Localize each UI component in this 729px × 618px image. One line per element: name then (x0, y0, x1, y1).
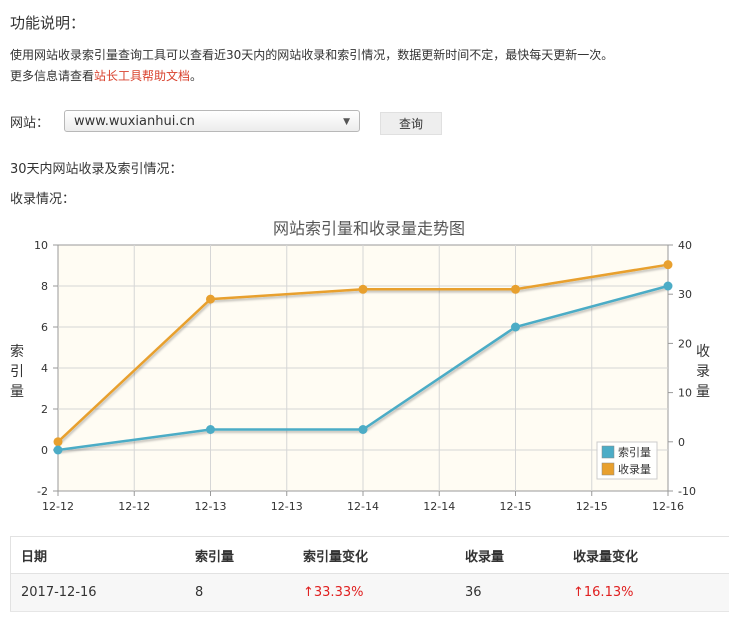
left-axis: -2 0 2 4 6 8 10 (34, 239, 58, 498)
help-doc-link[interactable]: 站长工具帮助文档 (94, 69, 190, 83)
x-tick-label: 12-13 (271, 500, 303, 513)
legend-label: 收录量 (618, 462, 651, 476)
y-tick-label: 6 (41, 321, 48, 334)
cell-date: 2017-12-16 (10, 573, 185, 612)
description: 使用网站收录索引量查询工具可以查看近30天内的网站收录和索引情况，数据更新时间不… (10, 45, 613, 87)
data-point-included (663, 260, 673, 270)
legend-swatch (601, 462, 615, 476)
table-header-row: 日期 索引量 索引量变化 收录量 收录量变化 (10, 536, 729, 574)
x-tick-label: 12-12 (118, 500, 150, 513)
x-axis: 12-12 12-12 12-13 12-13 12-14 12-14 12-15 12-15… (42, 491, 684, 513)
x-tick-label: 12-12 (42, 500, 74, 513)
header-date: 日期 (10, 536, 185, 574)
x-tick-label: 12-16 (652, 500, 684, 513)
data-point-index (663, 281, 673, 291)
x-tick-label: 12-13 (195, 500, 227, 513)
data-point-included (511, 284, 520, 294)
chart-title: 网站索引量和收录量走势图 (273, 219, 465, 238)
data-point-index (358, 425, 368, 434)
description-line-1: 使用网站收录索引量查询工具可以查看近30天内的网站收录和索引情况，数据更新时间不… (10, 48, 614, 62)
header-included: 收录量 (455, 536, 563, 574)
y2-tick-label: 0 (678, 436, 685, 449)
y-tick-label: 8 (41, 280, 48, 293)
y2-tick-label: 30 (678, 288, 692, 301)
x-tick-label: 12-15 (500, 500, 532, 513)
y2-tick-label: -10 (678, 485, 696, 498)
y-axis-label-char: 引 (10, 364, 24, 380)
description-suffix: 。 (190, 69, 203, 83)
page-title: 功能说明： (10, 14, 86, 32)
y-tick-label: 10 (34, 239, 48, 252)
cell-index-change: ↑33.33% (293, 573, 455, 612)
data-point-index (53, 445, 63, 455)
y-tick-label: 4 (41, 362, 48, 375)
header-index: 索引量 (185, 536, 293, 574)
y-axis-label-char: 量 (10, 384, 24, 400)
y2-tick-label: 40 (678, 239, 692, 252)
header-index-change: 索引量变化 (293, 536, 455, 574)
right-axis: -10 0 10 20 30 40 (668, 239, 696, 498)
data-point-included (358, 284, 368, 294)
y2-tick-label: 20 (678, 337, 692, 350)
site-select[interactable]: www.wuxianhui.cn ▼ (64, 110, 360, 132)
cell-included: 36 (455, 573, 563, 612)
y-tick-label: 2 (41, 403, 48, 416)
cell-included-change: ↑16.13% (563, 573, 729, 612)
chart-legend: 索引量收录量 (596, 441, 658, 480)
query-button[interactable]: 查询 (380, 112, 442, 135)
y2-axis-label: 收录量 (696, 344, 710, 400)
y-axis-label: 索引量 (10, 343, 24, 400)
data-point-index (206, 425, 215, 434)
data-point-index (511, 322, 520, 332)
trend-chart: 网站索引量和收录量走势图 -2 0 2 4 6 8 10 -10 0 10 20 30 40 12-1… (10, 219, 710, 513)
data-point-included (53, 437, 63, 447)
site-label: 网站： (10, 116, 50, 131)
y-tick-label: 0 (41, 444, 48, 457)
y2-tick-label: 10 (678, 387, 692, 400)
data-table: 日期 索引量 索引量变化 收录量 收录量变化 2017-12-16 8 ↑33.… (10, 536, 729, 612)
data-point-included (206, 294, 215, 304)
y-axis-label-char: 索 (10, 343, 24, 360)
legend-label: 索引量 (618, 445, 651, 459)
section-included-title: 收录情况： (10, 192, 76, 207)
header-included-change: 收录量变化 (563, 536, 729, 574)
legend-swatch (601, 445, 615, 459)
x-tick-label: 12-15 (576, 500, 608, 513)
y2-axis-label-char: 收 (696, 344, 710, 360)
x-tick-label: 12-14 (347, 500, 379, 513)
table-row: 2017-12-16 8 ↑33.33% 36 ↑16.13% (10, 573, 729, 612)
y2-axis-label-char: 量 (696, 384, 710, 400)
y-tick-label: -2 (37, 485, 48, 498)
description-line-2: 更多信息请查看站长工具帮助文档。 (10, 66, 613, 87)
x-tick-label: 12-14 (423, 500, 455, 513)
site-select-value: www.wuxianhui.cn (74, 114, 195, 129)
section-30days-title: 30天内网站收录及索引情况： (10, 162, 183, 177)
chevron-down-icon: ▼ (343, 117, 350, 127)
description-prefix: 更多信息请查看 (10, 69, 95, 83)
y2-axis-label-char: 录 (696, 364, 710, 380)
cell-index: 8 (185, 573, 293, 612)
